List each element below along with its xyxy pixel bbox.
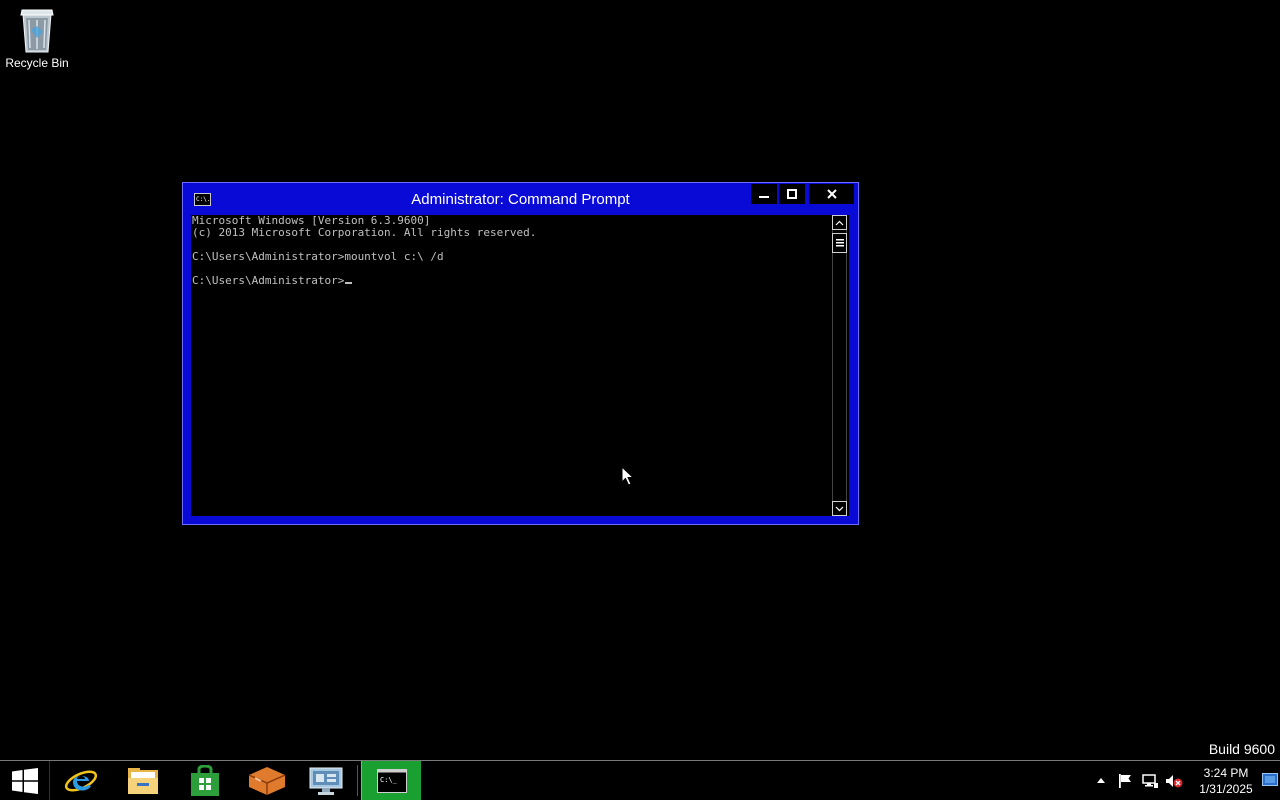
mouse-pointer-icon [621,466,635,486]
taskbar-internet-explorer[interactable] [51,761,111,800]
show-hidden-icons-button[interactable] [1094,761,1108,800]
scroll-up-button[interactable] [832,215,847,230]
console-text: Microsoft Windows [Version 6.3.9600] (c)… [191,215,832,287]
store-bag-icon [191,764,219,796]
build-watermark: Build 9600 [1208,741,1275,757]
folder-icon [128,767,158,794]
windows-logo-icon [11,767,38,794]
server-manager-icon [309,767,343,795]
console-line: C:\Users\Administrator>mountvol c:\ /d [192,250,444,263]
clock-time: 3:24 PM [1203,766,1249,780]
network-icon [1142,773,1158,788]
recycle-bin-icon [17,6,57,54]
scrollbar-thumb[interactable] [832,233,847,253]
volume-button[interactable] [1164,761,1184,800]
desktop-icon-recycle-bin[interactable]: Recycle Bin [4,6,70,70]
chevron-up-icon [1097,778,1105,783]
clock-date: 1/31/2025 [1199,782,1253,796]
close-icon [826,189,837,199]
scroll-down-button[interactable] [832,501,847,516]
taskbar-app[interactable] [237,761,297,800]
console-prompt-line: C:\Users\Administrator> [192,274,345,287]
close-button[interactable] [809,184,854,204]
chevron-down-icon [835,506,844,511]
text-cursor [345,282,353,284]
taskbar-clock[interactable]: 3:24 PM 1/31/2025 [1190,765,1262,797]
volume-muted-icon [1166,774,1183,787]
scrollbar-track[interactable] [832,230,847,501]
action-center-flag-icon [1119,773,1131,788]
vertical-scrollbar[interactable] [832,215,849,516]
taskbar-store[interactable] [175,761,235,800]
taskbar-server-manager[interactable] [299,761,353,800]
orange-box-icon [249,766,285,795]
title-bar[interactable]: C:\. Administrator: Command Prompt [183,183,858,215]
chevron-up-icon [835,220,844,225]
minimize-icon [759,196,769,198]
recycle-bin-label: Recycle Bin [5,56,69,70]
minimize-button[interactable] [751,184,777,204]
start-button[interactable] [0,761,50,800]
taskbar: C:\_ 3:24 PM 1/31/2025 [0,760,1280,800]
action-center-button[interactable] [1116,761,1134,800]
grip-icon [835,239,844,247]
network-button[interactable] [1140,761,1160,800]
taskbar-command-prompt[interactable]: C:\_ [361,761,421,800]
maximize-button[interactable] [779,184,805,204]
maximize-icon [787,189,797,199]
console-output[interactable]: Microsoft Windows [Version 6.3.9600] (c)… [191,215,832,516]
taskbar-file-explorer[interactable] [113,761,173,800]
taskbar-separator [357,765,358,796]
notification-desktop-icon[interactable] [1262,773,1278,787]
command-prompt-window[interactable]: C:\. Administrator: Command Prompt Micro… [182,182,859,525]
console-line: (c) 2013 Microsoft Corporation. All righ… [192,226,537,239]
internet-explorer-icon [64,769,98,792]
console-icon: C:\_ [376,768,407,793]
cmd-icon-text: C:\_ [380,776,398,784]
